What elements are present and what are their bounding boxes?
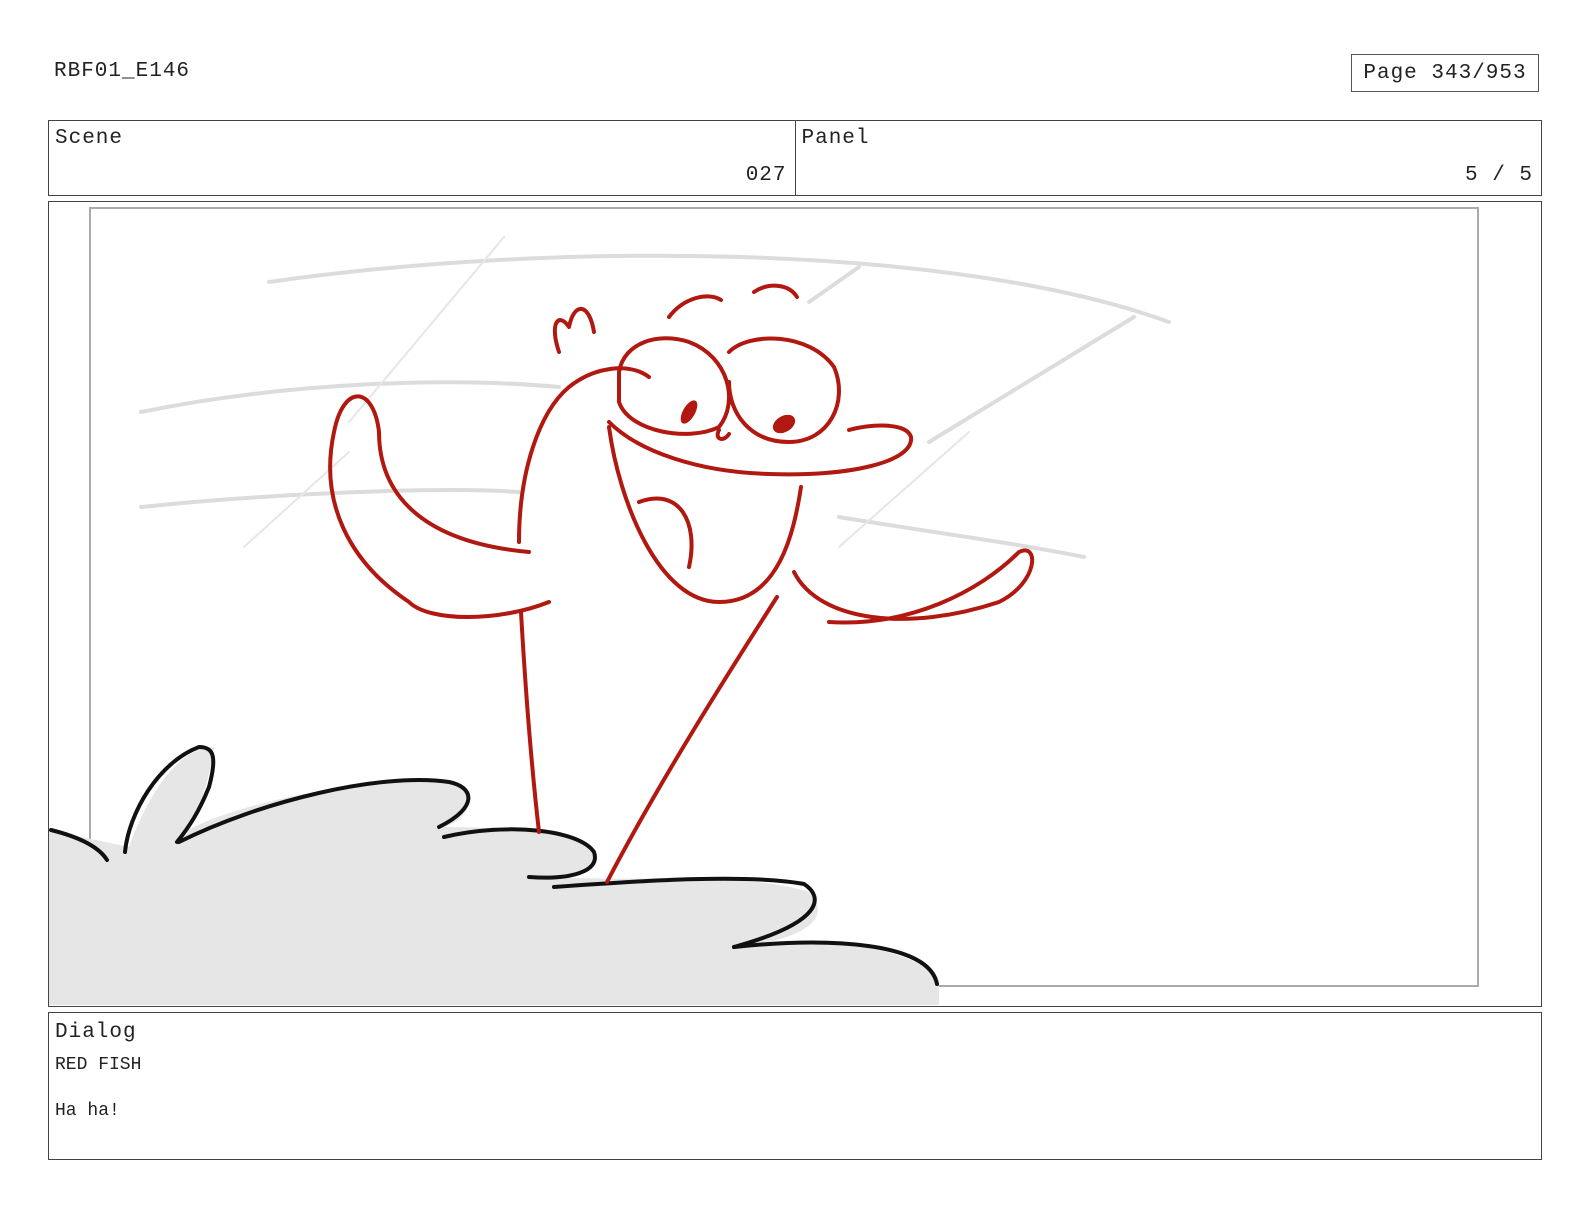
fish-body-left <box>517 366 651 544</box>
fish-stem-left <box>519 610 541 834</box>
dialog-line: Ha ha! <box>55 1101 120 1121</box>
scene-number: 027 <box>745 164 787 187</box>
fish-jaw <box>607 425 803 604</box>
document-id: RBF01_E146 <box>54 60 191 83</box>
panel-cell: Panel 5 / 5 <box>794 121 1542 195</box>
dialog-speaker: RED FISH <box>55 1055 142 1075</box>
fish-eye-left <box>617 336 731 436</box>
rough-sketch-lines <box>139 253 1171 559</box>
panel-number: 5 / 5 <box>1464 164 1533 187</box>
storyboard-panel <box>48 201 1542 1007</box>
scene-cell: Scene 027 <box>49 121 795 195</box>
fish-stem-right <box>605 595 779 884</box>
fish-nose <box>715 428 731 441</box>
fish-brow-right <box>752 283 799 299</box>
fish-left-fin <box>328 394 551 619</box>
fish-tongue <box>637 496 694 569</box>
fish-right-fin <box>792 548 1034 625</box>
scene-label: Scene <box>55 127 124 150</box>
panel-label: Panel <box>801 127 870 150</box>
storyboard-drawing <box>49 207 1479 1005</box>
scene-panel-info: Scene 027 Panel 5 / 5 <box>48 120 1542 196</box>
rough-sketch-thin <box>243 236 970 548</box>
dialog-label: Dialog <box>55 1021 137 1044</box>
page-indicator: Page 343/953 <box>1351 54 1539 92</box>
rock-fill <box>49 747 939 1005</box>
dialog-box: Dialog RED FISH Ha ha! <box>48 1012 1542 1160</box>
fish-brow-left <box>667 294 723 319</box>
fish-crown <box>552 306 596 354</box>
